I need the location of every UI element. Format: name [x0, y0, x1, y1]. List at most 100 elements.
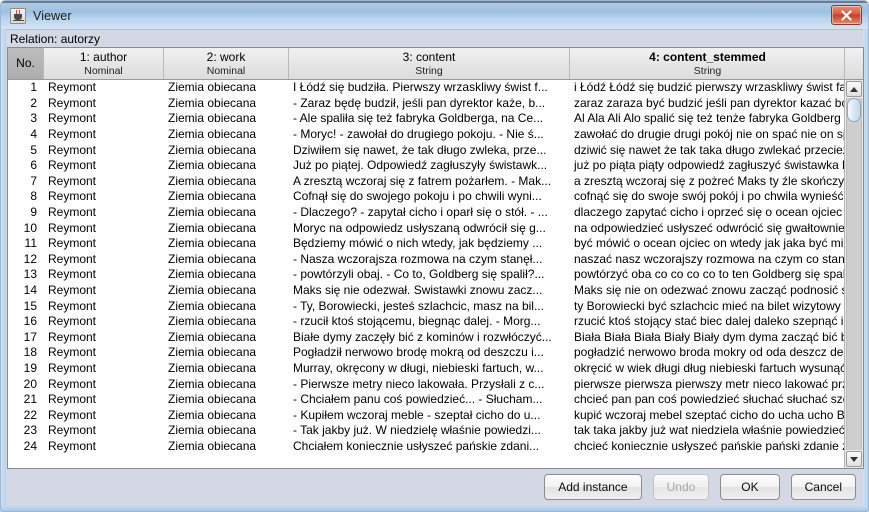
table-row[interactable]: 16 Reymont Ziemia obiecana - rzucił ktoś st…: [8, 314, 846, 330]
table-row[interactable]: 5 Reymont Ziemia obiecana Dziwiłem się nawe…: [8, 142, 846, 158]
table-cell-no: 9: [30, 205, 37, 220]
add-instance-button[interactable]: Add instance: [544, 474, 642, 500]
table-cell-author: Reymont: [48, 267, 97, 282]
table-cell-content: Białe dymy zaczęły bić z kominów i rozwł…: [293, 329, 552, 344]
table-row[interactable]: 15 Reymont Ziemia obiecana - Ty, Borowiecki…: [8, 298, 846, 314]
table-row[interactable]: 3 Reymont Ziemia obiecana - Ale spaliła się…: [8, 111, 846, 127]
table-cell-author: Reymont: [48, 298, 97, 313]
table-row[interactable]: 9 Reymont Ziemia obiecana - Dlaczego? - zap…: [8, 205, 846, 221]
table-cell-work: Ziemia obiecana: [168, 236, 257, 251]
table-cell-work: Ziemia obiecana: [168, 407, 257, 422]
table-cell-no: 2: [30, 95, 37, 110]
table-cell-no: 20: [23, 376, 37, 391]
ok-button[interactable]: OK: [720, 474, 780, 500]
table-cell-content: - Nasza wczorajsza rozmowa na czym stanę…: [293, 251, 543, 266]
table-cell-work: Ziemia obiecana: [168, 158, 257, 173]
column-header-1[interactable]: 1: author Nominal: [44, 48, 164, 79]
table-cell-no: 16: [23, 314, 37, 329]
table-cell-no: 15: [23, 298, 37, 313]
vertical-scrollbar[interactable]: [844, 80, 863, 468]
table-row[interactable]: 18 Reymont Ziemia obiecana Pogładził nerwow…: [8, 345, 846, 361]
table-cell-work: Ziemia obiecana: [168, 111, 257, 126]
table-cell-content_stemmed: rzucić ktoś stojący stać biec dalej dale…: [574, 314, 846, 329]
scroll-up-button[interactable]: [846, 81, 862, 97]
table-cell-content: - Chciałem panu coś powiedzieć... - Słuc…: [293, 392, 543, 407]
table-cell-author: Reymont: [48, 345, 97, 360]
scrollbar-thumb[interactable]: [847, 98, 861, 122]
table-row[interactable]: 23 Reymont Ziemia obiecana - Tak jakby już.…: [8, 423, 846, 439]
table-cell-no: 12: [23, 251, 37, 266]
table-cell-no: 1: [30, 80, 37, 95]
table-cell-content_stemmed: chcieć pan pan coś powiedzieć słuchać sł…: [574, 392, 846, 407]
table-row[interactable]: 21 Reymont Ziemia obiecana - Chciałem panu …: [8, 392, 846, 408]
table-row[interactable]: 22 Reymont Ziemia obiecana - Kupiłem wczora…: [8, 407, 846, 423]
table-row[interactable]: 4 Reymont Ziemia obiecana - Moryc! - zawoła…: [8, 127, 846, 143]
table-cell-content_stemmed: powtórzyć oba co co co co to ten Goldber…: [574, 267, 846, 282]
table-header-row: No. 1: author Nominal 2: work Nominal 3: cont…: [8, 48, 846, 80]
table-cell-work: Ziemia obiecana: [168, 173, 257, 188]
table-cell-work: Ziemia obiecana: [168, 423, 257, 438]
table-cell-content: - Pierwsze metry nieco lakowała. Przysła…: [293, 376, 545, 391]
table-cell-work: Ziemia obiecana: [168, 360, 257, 375]
table-cell-work: Ziemia obiecana: [168, 298, 257, 313]
table-cell-content_stemmed: być mówić o ocean ojciec on wtedy jak ja…: [574, 236, 846, 251]
table-cell-work: Ziemia obiecana: [168, 80, 257, 95]
table-cell-author: Reymont: [48, 392, 97, 407]
table-cell-no: 11: [24, 236, 37, 251]
table-cell-no: 17: [23, 329, 37, 344]
column-header-2[interactable]: 2: work Nominal: [164, 48, 289, 79]
table-cell-author: Reymont: [48, 251, 97, 266]
table-row[interactable]: 19 Reymont Ziemia obiecana Murray, okręcony…: [8, 361, 846, 377]
table-cell-author: Reymont: [48, 329, 97, 344]
scroll-down-button[interactable]: [846, 451, 862, 467]
table-row[interactable]: 17 Reymont Ziemia obiecana Białe dymy zaczę…: [8, 330, 846, 346]
column-header-3[interactable]: 3: content String: [289, 48, 570, 79]
column-header-4[interactable]: 4: content_stemmed String: [570, 48, 846, 79]
column-header-type: Nominal: [84, 65, 123, 77]
table-cell-content: - Zaraz będę budził, jeśli pan dyrektor …: [293, 95, 546, 110]
table-row[interactable]: 6 Reymont Ziemia obiecana Już po piątej. Od…: [8, 158, 846, 174]
table-cell-content_stemmed: już po piąta piąty odpowiedź zagłuszyć ś…: [574, 158, 846, 173]
table-cell-content_stemmed: pierwsze pierwsza pierwszy metr nieco la…: [574, 376, 846, 391]
table-row[interactable]: 10 Reymont Ziemia obiecana Moryc na odpowie…: [8, 220, 846, 236]
table-row[interactable]: 2 Reymont Ziemia obiecana - Zaraz będę budz…: [8, 96, 846, 112]
table-cell-content: - Ty, Borowiecki, jesteś szlachcic, masz…: [293, 298, 544, 313]
window-edge-left: [1, 29, 6, 511]
table-cell-work: Ziemia obiecana: [168, 251, 257, 266]
column-header-type: String: [693, 65, 722, 77]
relation-bar: Relation: autorzy: [6, 30, 863, 47]
table-cell-content: Pogładził nerwowo brodę mokrą od deszczu…: [293, 345, 544, 360]
scrollbar-track[interactable]: [846, 98, 862, 450]
table-row[interactable]: 20 Reymont Ziemia obiecana - Pierwsze metry…: [8, 376, 846, 392]
table-cell-author: Reymont: [48, 438, 97, 453]
table-cell-no: 4: [30, 127, 37, 142]
table-cell-content_stemmed: cofnąć się do swoje swój pokój i po chwi…: [574, 189, 846, 204]
table-cell-author: Reymont: [48, 158, 97, 173]
table-cell-content_stemmed: naszać nasz wczorajszy rozmowa na czym c…: [574, 251, 846, 266]
table-cell-author: Reymont: [48, 360, 97, 375]
table-row[interactable]: 12 Reymont Ziemia obiecana - Nasza wczorajs…: [8, 252, 846, 268]
window-title-bar[interactable]: Viewer: [1, 1, 868, 30]
table-row[interactable]: 1 Reymont Ziemia obiecana I Łódź się budził…: [8, 80, 846, 96]
table-cell-author: Reymont: [48, 80, 97, 95]
table-row[interactable]: 7 Reymont Ziemia obiecana A zresztą wczoraj…: [8, 174, 846, 190]
table-rows-viewport[interactable]: 1 Reymont Ziemia obiecana I Łódź się budził…: [8, 80, 846, 468]
table-row[interactable]: 14 Reymont Ziemia obiecana Maks się nie ode…: [8, 283, 846, 299]
close-button[interactable]: [831, 5, 862, 25]
table-cell-no: 10: [23, 220, 37, 235]
column-header-type: Nominal: [206, 65, 246, 77]
table-row[interactable]: 8 Reymont Ziemia obiecana Cofnął się do swo…: [8, 189, 846, 205]
cancel-button[interactable]: Cancel: [790, 474, 856, 500]
column-header-no[interactable]: No.: [8, 48, 44, 79]
column-header-name: 1: author: [79, 50, 128, 64]
table-cell-work: Ziemia obiecana: [168, 127, 257, 142]
table-row[interactable]: 13 Reymont Ziemia obiecana - powtórzyli oba…: [8, 267, 846, 283]
table-cell-author: Reymont: [48, 220, 97, 235]
table-cell-content_stemmed: dziwić się nawet że tak taka długo zwlek…: [574, 142, 846, 157]
table-cell-content_stemmed: Al Ala Ali Alo spalić się też tenże fabr…: [574, 111, 846, 126]
table-cell-content: - Moryc! - zawołał do drugiego pokoju. -…: [293, 127, 544, 142]
table-row[interactable]: 11 Reymont Ziemia obiecana Będziemy mówić o…: [8, 236, 846, 252]
table-cell-content_stemmed: Maks się nie on odezwać znowu zacząć pod…: [574, 283, 846, 298]
table-row[interactable]: 24 Reymont Ziemia obiecana Chciałem koniecz…: [8, 439, 846, 455]
table-cell-content: Maks się nie odezwał. Swistawki znowu za…: [293, 283, 543, 298]
